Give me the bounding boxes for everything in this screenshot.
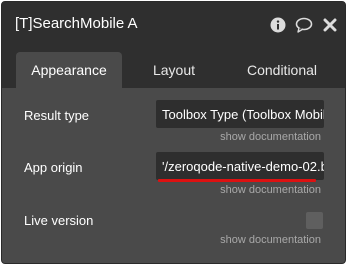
panel-title: [T]SearchMobile A [15,15,138,32]
result-type-dropdown[interactable]: Toolbox Type (Toolbox Mobil [156,100,324,128]
live-version-doc-link[interactable]: show documentation [220,234,321,246]
app-origin-input[interactable]: '/zeroqode-native-demo-02.b [156,152,324,180]
app-origin-doc-link[interactable]: show documentation [220,184,321,196]
result-type-label: Result type [24,108,90,123]
tab-layout[interactable]: Layout [137,52,211,88]
tab-conditional[interactable]: Conditional [232,52,332,88]
result-type-doc-link[interactable]: show documentation [220,131,321,143]
property-editor-panel: [T]SearchMobile A Appearance Layout Cond… [1,1,346,264]
comment-icon[interactable] [295,16,313,34]
tab-bar: Appearance Layout Conditional [2,46,345,88]
info-icon[interactable] [269,16,287,34]
live-version-label: Live version [24,213,94,228]
title-bar[interactable]: [T]SearchMobile A [2,2,345,46]
title-bar-actions [269,14,339,36]
live-version-checkbox[interactable] [306,212,323,229]
highlight-underline [158,179,316,182]
tab-appearance[interactable]: Appearance [16,52,122,88]
appearance-content: Result type Toolbox Type (Toolbox Mobil … [2,88,345,263]
app-origin-label: App origin [24,160,83,175]
close-icon[interactable] [321,16,339,34]
